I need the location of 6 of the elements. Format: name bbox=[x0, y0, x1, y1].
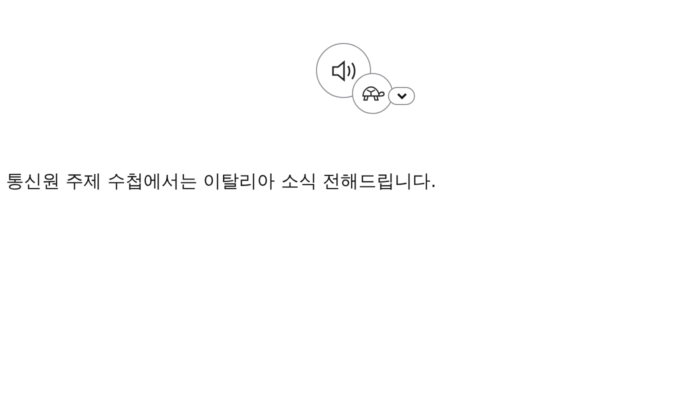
chevron-down-icon bbox=[396, 92, 406, 100]
speaker-icon bbox=[330, 58, 358, 82]
caption-text: 통신원 주제 수첩에서는 이탈리아 소식 전해드립니다. bbox=[5, 170, 438, 193]
turtle-button[interactable] bbox=[352, 73, 393, 114]
turtle-icon bbox=[360, 85, 384, 102]
dropdown-button[interactable] bbox=[388, 87, 415, 105]
